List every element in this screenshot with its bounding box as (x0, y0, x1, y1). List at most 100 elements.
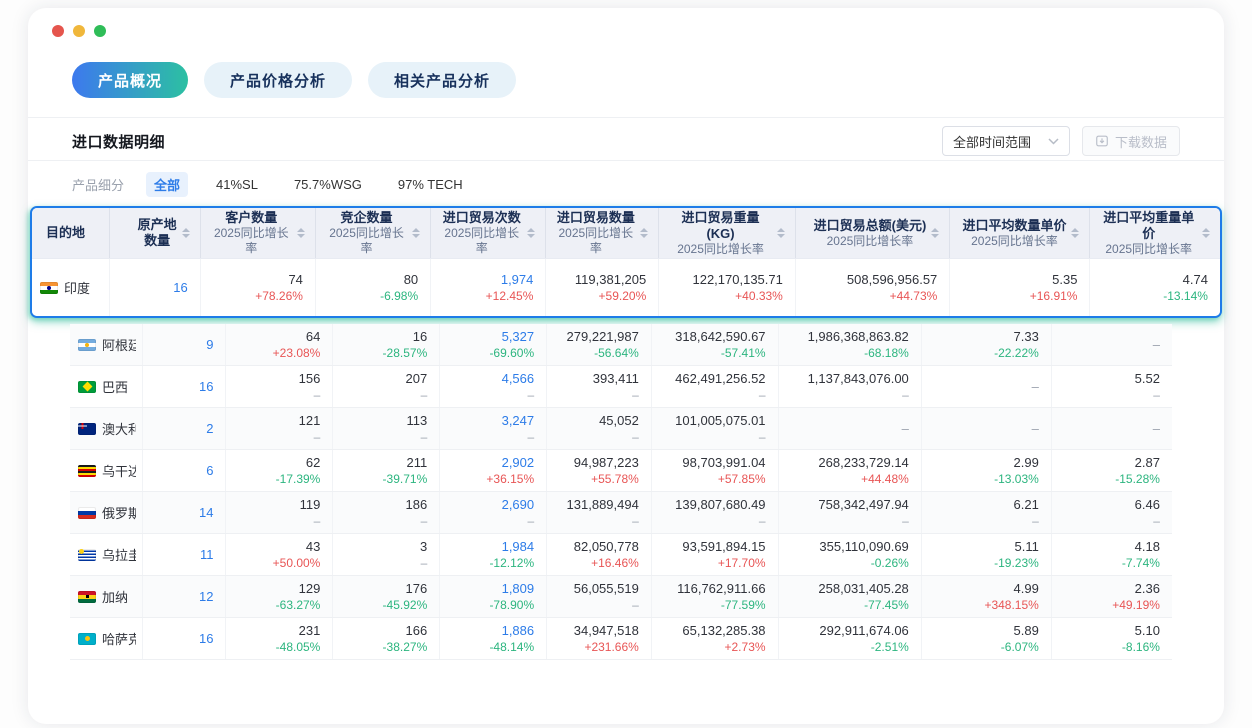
brazil-flag-icon (78, 381, 96, 393)
growth-rate: -6.07% (1001, 639, 1039, 655)
data-cell: – (922, 408, 1052, 449)
column-title: 进口贸易总额(美元)2025同比增长率 (814, 218, 927, 249)
value-link[interactable]: 1,974 (501, 271, 534, 288)
value-link[interactable]: 16 (199, 378, 213, 395)
value: 65,132,285.38 (682, 622, 765, 639)
tab-product-overview[interactable]: 产品概况 (72, 62, 188, 98)
value: 393,411 (593, 370, 639, 387)
data-cell: 3,247– (440, 408, 547, 449)
data-cell: – (1052, 408, 1172, 449)
column-header-3[interactable]: 竞企数量2025同比增长率 (316, 208, 431, 258)
russia-flag-icon (78, 507, 96, 519)
growth-rate: +44.48% (861, 471, 909, 487)
growth-rate: -13.03% (994, 471, 1039, 487)
value: 2.36 (1135, 580, 1160, 597)
value-link[interactable]: 1,984 (502, 538, 535, 555)
value-link[interactable]: 14 (199, 504, 213, 521)
value: 176 (406, 580, 428, 597)
time-range-select[interactable]: 全部时间范围 (942, 126, 1070, 156)
value-link[interactable]: 3,247 (502, 412, 535, 429)
filter-option-41sl[interactable]: 41%SL (208, 174, 266, 195)
column-header-4[interactable]: 进口贸易次数2025同比增长率 (431, 208, 546, 258)
data-cell: 16 (110, 259, 200, 316)
value-link[interactable]: 1,886 (502, 622, 535, 639)
data-cell: 62-17.39% (226, 450, 333, 491)
value: 2.87 (1135, 454, 1160, 471)
growth-rate: – (527, 387, 534, 403)
growth-rate: -17.39% (276, 471, 321, 487)
growth-rate: -13.14% (1163, 288, 1208, 304)
divider (28, 160, 1224, 161)
data-cell: 119– (226, 492, 333, 533)
data-cell: 2,902+36.15% (440, 450, 547, 491)
filter-option-757wsg[interactable]: 75.7%WSG (286, 174, 370, 195)
value-link[interactable]: 4,566 (502, 370, 535, 387)
value-link[interactable]: 2,690 (502, 496, 535, 513)
column-header-1[interactable]: 原产地数量 (110, 208, 200, 258)
window-close-button[interactable] (52, 25, 64, 37)
growth-rate: +49.19% (1112, 597, 1160, 613)
window-minimize-button[interactable] (73, 25, 85, 37)
column-title: 目的地 (46, 225, 85, 241)
table-row-uganda: 乌干达662-17.39%211-39.71%2,902+36.15%94,98… (70, 450, 1172, 492)
column-header-8[interactable]: 进口平均数量单价2025同比增长率 (950, 208, 1090, 258)
column-header-2[interactable]: 客户数量2025同比增长率 (201, 208, 316, 258)
destination-cell-russia: 俄罗斯 (70, 492, 143, 533)
column-header-6[interactable]: 进口贸易重量(KG)2025同比增长率 (659, 208, 796, 258)
data-cell: 5.52– (1052, 366, 1172, 407)
value-link[interactable]: 16 (173, 279, 187, 296)
growth-rate: – (632, 513, 639, 529)
filter-option-97tech[interactable]: 97% TECH (390, 174, 471, 195)
value-link[interactable]: 5,327 (502, 328, 535, 345)
growth-rate: -63.27% (276, 597, 321, 613)
column-title: 竞企数量2025同比增长率 (326, 210, 407, 256)
growth-rate: +36.15% (486, 471, 534, 487)
value-link[interactable]: 16 (199, 630, 213, 647)
destination-cell-brazil: 巴西 (70, 366, 143, 407)
value-link[interactable]: 1,809 (502, 580, 535, 597)
uganda-flag-icon (78, 465, 96, 477)
column-header-7[interactable]: 进口贸易总额(美元)2025同比增长率 (796, 208, 950, 258)
india-flag-icon (40, 282, 58, 294)
sort-caret-icon (1071, 228, 1079, 238)
growth-rate: -22.22% (994, 345, 1039, 361)
data-cell: 5.11-19.23% (922, 534, 1052, 575)
growth-rate: – (902, 387, 909, 403)
window-zoom-button[interactable] (94, 25, 106, 37)
value-link[interactable]: 2,902 (502, 454, 535, 471)
value-link[interactable]: 12 (199, 588, 213, 605)
data-cell: 93,591,894.15+17.70% (652, 534, 779, 575)
tab-product-price-analysis[interactable]: 产品价格分析 (204, 62, 352, 98)
growth-rate: -48.05% (276, 639, 321, 655)
column-header-5[interactable]: 进口贸易数量2025同比增长率 (546, 208, 659, 258)
table-row-india: 印度1674+78.26%80-6.98%1,974+12.45%119,381… (32, 258, 1220, 316)
value: 4.99 (1014, 580, 1039, 597)
sort-caret-icon (777, 228, 785, 238)
data-cell: – (1052, 324, 1172, 365)
download-data-button[interactable]: 下载数据 (1082, 126, 1180, 156)
value-link[interactable]: 9 (206, 336, 213, 353)
growth-rate: +12.45% (486, 288, 534, 304)
filter-option-all[interactable]: 全部 (146, 172, 188, 197)
column-header-9[interactable]: 进口平均重量单价2025同比增长率 (1090, 208, 1219, 258)
destination-cell-australia: 澳大利亚 (70, 408, 143, 449)
value-link[interactable]: 6 (206, 462, 213, 479)
growth-rate: +231.66% (584, 639, 638, 655)
value: 292,911,674.06 (819, 622, 908, 639)
value-link[interactable]: 11 (200, 546, 214, 563)
window-card: 产品概况产品价格分析相关产品分析 进口数据明细 全部时间范围 下载数据 产品细分… (28, 8, 1224, 724)
value: 186 (406, 496, 428, 513)
data-cell: 119,381,205+59.20% (546, 259, 659, 316)
growth-rate: +348.15% (984, 597, 1038, 613)
value-link[interactable]: 2 (206, 420, 213, 437)
growth-rate: +78.26% (255, 288, 303, 304)
growth-rate: -69.60% (489, 345, 534, 361)
tab-related-product-analysis[interactable]: 相关产品分析 (368, 62, 516, 98)
growth-rate: +50.00% (273, 555, 321, 571)
data-cell: 11 (143, 534, 227, 575)
growth-rate: -77.59% (721, 597, 766, 613)
data-cell: 758,342,497.94– (779, 492, 922, 533)
growth-rate: +55.78% (591, 471, 639, 487)
value: – (1153, 336, 1160, 353)
data-cell: 1,137,843,076.00– (779, 366, 922, 407)
